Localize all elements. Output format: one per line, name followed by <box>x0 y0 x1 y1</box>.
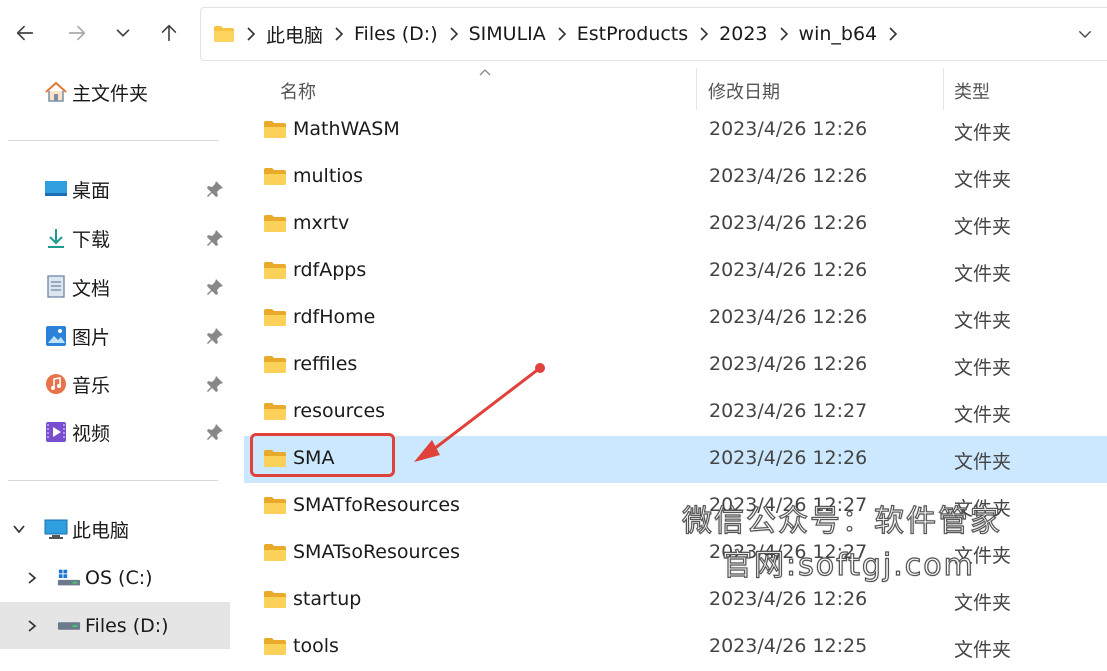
watermark-line-1: 微信公众号：软件管家 <box>681 503 1002 539</box>
watermark-line-2: 官网:softgj.com <box>721 547 975 583</box>
